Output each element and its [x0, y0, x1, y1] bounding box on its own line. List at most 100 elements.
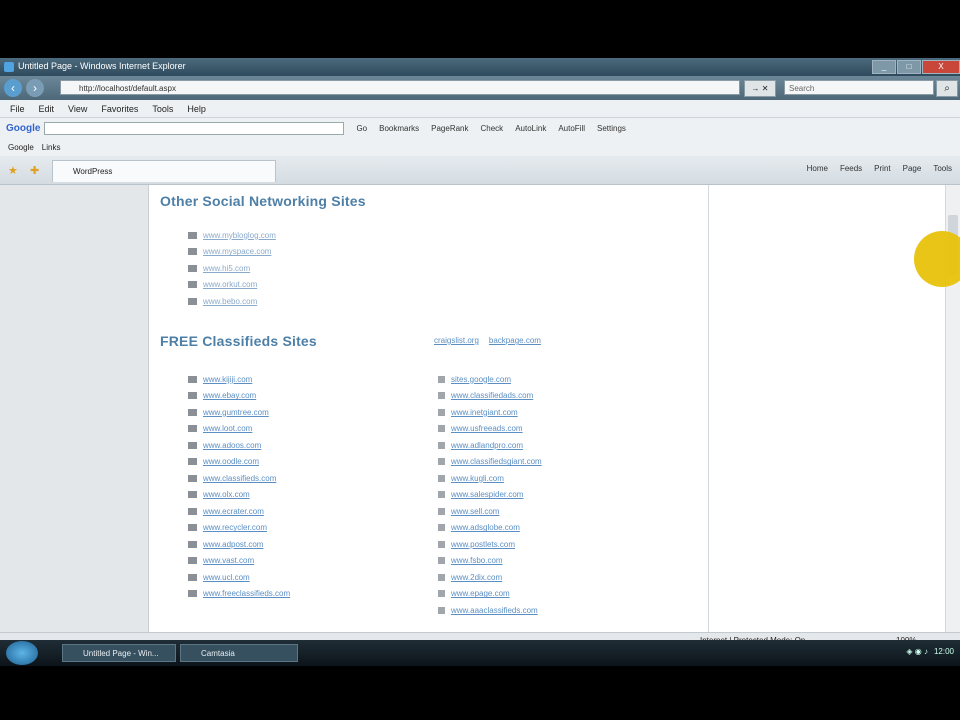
classified-link[interactable]: www.classifieds.com [203, 474, 276, 483]
social-link[interactable]: www.orkut.com [203, 280, 257, 289]
classified-link[interactable]: www.adoos.com [203, 441, 261, 450]
list-icon [438, 458, 445, 466]
list-icon [438, 557, 445, 565]
google-autofill-button[interactable]: AutoFill [558, 124, 585, 133]
list-item: www.salespider.com [438, 487, 542, 504]
tab-wordpress[interactable]: WordPress [52, 160, 276, 182]
links-links[interactable]: Links [42, 143, 61, 152]
classified-link[interactable]: www.epage.com [451, 589, 510, 598]
classified-link[interactable]: www.adlandpro.com [451, 441, 523, 450]
list-icon [188, 297, 197, 305]
classified-link[interactable]: www.oodle.com [203, 457, 259, 466]
social-link[interactable]: www.bebo.com [203, 297, 257, 306]
links-google[interactable]: Google [8, 143, 34, 152]
tab-bar: ★ ✚ WordPress Home Feeds Print Page Tool… [0, 156, 960, 185]
page-menu-button[interactable]: Page [903, 164, 922, 173]
classified-link[interactable]: www.aaaclassifieds.com [451, 606, 538, 615]
classified-link[interactable]: www.postlets.com [451, 540, 515, 549]
classified-link[interactable]: www.sell.com [451, 507, 499, 516]
classified-link[interactable]: www.ebay.com [203, 391, 256, 400]
print-button[interactable]: Print [874, 164, 890, 173]
classified-link[interactable]: www.freeclassifieds.com [203, 589, 290, 598]
list-item: www.usfreeads.com [438, 421, 542, 438]
list-icon [188, 375, 197, 383]
search-icon[interactable]: ⌕ [936, 80, 958, 97]
list-icon [188, 248, 197, 256]
close-button[interactable]: X [922, 60, 960, 74]
social-link[interactable]: www.mybloglog.com [203, 231, 276, 240]
list-icon [438, 524, 445, 532]
classified-link[interactable]: www.olx.com [203, 490, 250, 499]
classified-link[interactable]: www.adsglobe.com [451, 523, 520, 532]
google-search-input[interactable] [44, 121, 345, 135]
list-item: www.adpost.com [188, 536, 290, 553]
home-button[interactable]: Home [807, 164, 828, 173]
list-icon [438, 408, 445, 416]
classified-link[interactable]: www.ecrater.com [203, 507, 264, 516]
classified-link[interactable]: www.loot.com [203, 424, 252, 433]
classified-link[interactable]: www.classifiedads.com [451, 391, 533, 400]
classified-link[interactable]: www.inetgiant.com [451, 408, 518, 417]
list-item: www.epage.com [438, 586, 542, 603]
list-item: www.orkut.com [188, 277, 276, 294]
list-icon [188, 264, 197, 272]
system-tray: ◈ ◉ ♪ 12:00 [906, 647, 954, 656]
classified-link[interactable]: www.ucl.com [203, 573, 250, 582]
classified-link[interactable]: www.adpost.com [203, 540, 263, 549]
social-link[interactable]: www.myspace.com [203, 247, 271, 256]
menu-help[interactable]: Help [187, 104, 206, 114]
menu-tools[interactable]: Tools [152, 104, 173, 114]
list-item: www.ebay.com [188, 388, 290, 405]
classified-link[interactable]: www.recycler.com [203, 523, 267, 532]
taskbar-camtasia-button[interactable]: Camtasia [180, 644, 298, 662]
google-bookmarks-button[interactable]: Bookmarks [379, 124, 419, 133]
side-link-craigslist[interactable]: craigslist.org [434, 336, 479, 345]
start-button[interactable] [6, 641, 38, 665]
social-link[interactable]: www.hi5.com [203, 264, 250, 273]
favorites-star-icon[interactable]: ★ [8, 164, 18, 177]
google-pagerank[interactable]: PageRank [431, 124, 468, 133]
forward-icon[interactable]: › [26, 79, 44, 97]
list-icon [438, 375, 445, 383]
back-icon[interactable]: ‹ [4, 79, 22, 97]
classified-link[interactable]: www.vast.com [203, 556, 254, 565]
tools-menu-button[interactable]: Tools [933, 164, 952, 173]
classified-link[interactable]: www.2dix.com [451, 573, 502, 582]
classified-link[interactable]: www.gumtree.com [203, 408, 269, 417]
classified-link[interactable]: www.usfreeads.com [451, 424, 523, 433]
google-go-button[interactable]: Go [356, 124, 367, 133]
taskbar-ie-button[interactable]: Untitled Page - Win... [62, 644, 176, 662]
google-autolink-button[interactable]: AutoLink [515, 124, 546, 133]
google-check-button[interactable]: Check [481, 124, 504, 133]
classified-link[interactable]: sites.google.com [451, 375, 511, 384]
list-item: www.adlandpro.com [438, 437, 542, 454]
classified-link[interactable]: www.kugli.com [451, 474, 504, 483]
feeds-button[interactable]: Feeds [840, 164, 862, 173]
list-icon [438, 590, 445, 598]
list-item: www.oodle.com [188, 454, 290, 471]
google-toolbar: Google Go Bookmarks PageRank Check AutoL… [0, 118, 960, 139]
menu-favorites[interactable]: Favorites [101, 104, 138, 114]
add-favorites-icon[interactable]: ✚ [30, 164, 39, 177]
classified-link[interactable]: www.classifiedsgiant.com [451, 457, 542, 466]
maximize-button[interactable]: □ [897, 60, 921, 74]
side-link-backpage[interactable]: backpage.com [489, 336, 541, 345]
classified-link[interactable]: www.salespider.com [451, 490, 523, 499]
list-item: www.hi5.com [188, 260, 276, 277]
list-item: www.loot.com [188, 421, 290, 438]
list-item: www.vast.com [188, 553, 290, 570]
menu-edit[interactable]: Edit [39, 104, 55, 114]
google-settings-button[interactable]: Settings [597, 124, 626, 133]
menu-file[interactable]: File [10, 104, 25, 114]
url-input[interactable]: http://localhost/default.aspx [60, 80, 740, 95]
menu-view[interactable]: View [68, 104, 87, 114]
list-icon [188, 458, 197, 466]
search-input[interactable]: Search [784, 80, 934, 95]
clock[interactable]: 12:00 [934, 647, 954, 656]
window-title: Untitled Page - Windows Internet Explore… [18, 61, 186, 71]
refresh-stop-button[interactable]: → ✕ [744, 80, 776, 97]
classified-link[interactable]: www.kijiji.com [203, 375, 252, 384]
classified-link[interactable]: www.fsbo.com [451, 556, 503, 565]
tray-icons[interactable]: ◈ ◉ ♪ [906, 647, 928, 656]
minimize-button[interactable]: _ [872, 60, 896, 74]
